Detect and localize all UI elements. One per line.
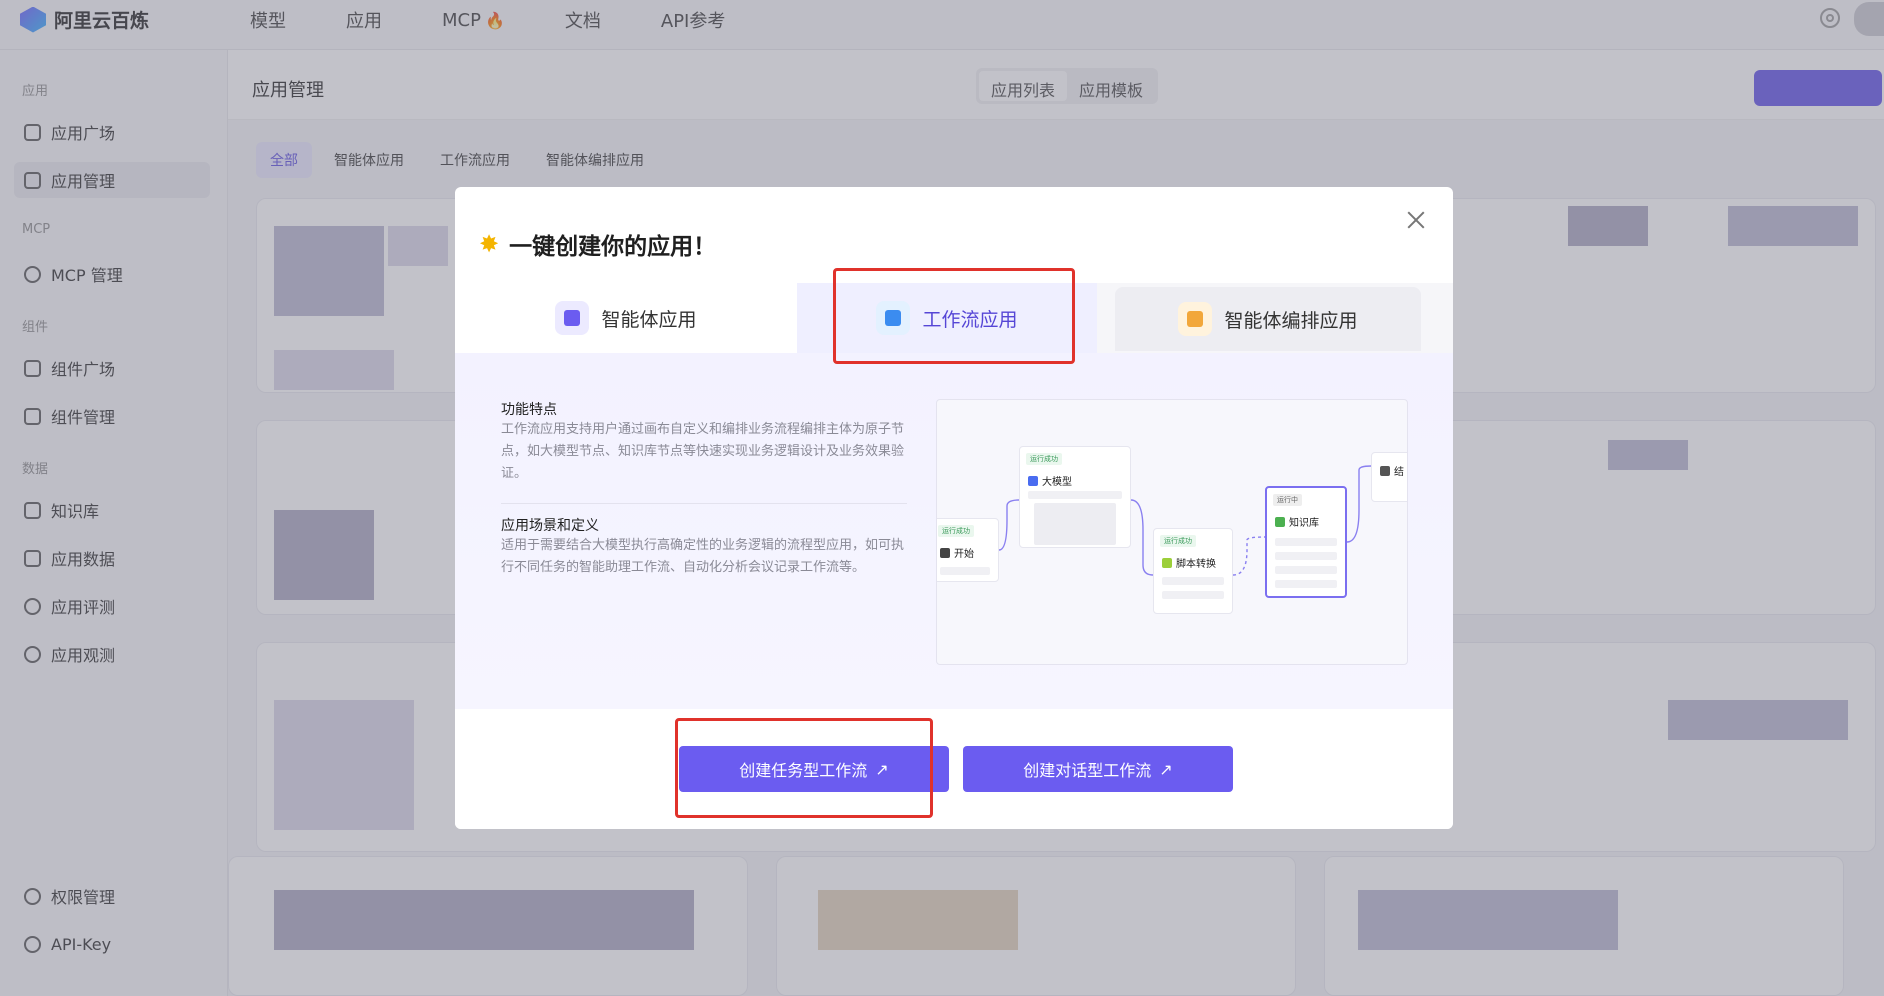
node-label: 脚本转换 <box>1162 555 1216 570</box>
tab-content: 功能特点 工作流应用支持用户通过画布自定义和编排业务流程编排主体为原子节点，如大… <box>455 353 1453 709</box>
features-title: 功能特点 <box>501 402 557 418</box>
create-chat-workflow-button[interactable]: 创建对话型工作流 ↗ <box>963 746 1233 792</box>
tab-label: 智能体编排应用 <box>1224 309 1358 332</box>
sparkle-icon: ✸ <box>479 230 500 258</box>
node-end: 结 <box>1371 452 1407 502</box>
modal-title-text: 一键创建你的应用！ <box>509 234 717 260</box>
node-field <box>940 567 990 575</box>
node-script: 运行成功 脚本转换 <box>1153 528 1233 614</box>
features-body: 工作流应用支持用户通过画布自定义和编排业务流程编排主体为原子节点，如大模型节点、… <box>501 422 905 481</box>
node-field <box>1275 552 1337 560</box>
node-label: 大模型 <box>1028 473 1072 488</box>
close-icon[interactable] <box>1405 209 1427 231</box>
arrow-up-right-icon: ↗ <box>1159 759 1173 779</box>
agent-icon <box>555 301 590 335</box>
status-badge: 运行成功 <box>1026 453 1062 465</box>
tab-orchestration-app[interactable]: 智能体编排应用 <box>1115 287 1421 351</box>
orchestration-icon <box>1178 302 1213 336</box>
node-llm: 运行成功 大模型 <box>1019 446 1131 548</box>
scenario-title: 应用场景和定义 <box>501 518 599 534</box>
node-field <box>1275 566 1337 574</box>
node-label: 开始 <box>940 545 974 560</box>
node-label: 知识库 <box>1275 514 1319 529</box>
modal-title: ✸ 一键创建你的应用！ <box>479 227 716 261</box>
node-field <box>1034 503 1116 545</box>
divider <box>501 503 907 504</box>
highlight-box-task-button <box>675 718 933 818</box>
modal-footer: 创建任务型工作流 ↗ 创建对话型工作流 ↗ <box>455 709 1453 829</box>
node-field <box>1162 577 1224 585</box>
node-field <box>1162 591 1224 599</box>
workflow-preview-image: 运行成功 开始 运行成功 大模型 运行成功 脚本转换 运行中 知识库 结 <box>936 399 1408 665</box>
status-badge: 运行成功 <box>938 525 974 537</box>
scenario-body: 适用于需要结合大模型执行高确定性的业务逻辑的流程型应用，如可执行不同任务的智能助… <box>501 538 905 575</box>
highlight-box-workflow-tab <box>833 268 1075 364</box>
node-field <box>1275 538 1337 546</box>
node-start: 运行成功 开始 <box>937 518 999 582</box>
node-label: 结 <box>1380 463 1404 478</box>
tab-label: 智能体应用 <box>601 308 697 331</box>
node-field <box>1275 580 1337 588</box>
tab-agent-app[interactable]: 智能体应用 <box>455 283 797 353</box>
node-knowledge-base: 运行中 知识库 <box>1265 486 1347 598</box>
node-field <box>1028 491 1122 499</box>
status-badge: 运行中 <box>1273 494 1302 506</box>
status-badge: 运行成功 <box>1160 535 1196 547</box>
button-label: 创建对话型工作流 <box>1023 761 1152 780</box>
